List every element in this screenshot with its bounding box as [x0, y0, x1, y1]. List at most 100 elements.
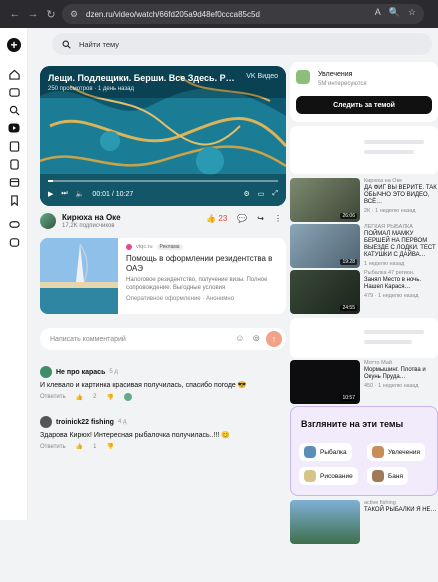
reload-icon[interactable]: ↻ — [42, 5, 60, 23]
theme-chip-banya[interactable]: Баня — [367, 467, 408, 485]
translate-icon[interactable]: A — [375, 7, 381, 18]
comment-text: И клевало и картинка красивая получилась… — [40, 382, 247, 389]
zoom-icon[interactable]: 🔍 — [389, 7, 400, 18]
theme-chip-hobbies[interactable]: Увлечения — [367, 443, 426, 461]
fullscreen-icon[interactable]: ⤢ — [272, 190, 278, 198]
like-icon[interactable]: 👍 — [76, 394, 83, 401]
avatar[interactable] — [40, 416, 52, 428]
rec-channel: ЛЕГКАЯ РЫБАЛКА — [364, 224, 413, 230]
recommended-video[interactable]: 19:28 ЛЕГКАЯ РЫБАЛКА ПОЙМАЛ МАМКУ БЕРШЕЙ… — [290, 224, 438, 268]
send-button[interactable]: ↑ — [266, 331, 282, 347]
more-icon[interactable]: ⋮ — [274, 214, 282, 223]
ad-footer: Оперативное оформление · Анонимно — [126, 296, 235, 302]
comment-item: troinick22 fishing 4 д Здарова Кирюх! Ин… — [40, 416, 286, 450]
rec-title: ТАКОЙ РЫБАЛКИ Я НЕ… — [364, 507, 437, 513]
video-thumbnail: 26:06 — [290, 178, 360, 222]
settings-icon[interactable]: ⚙ — [243, 190, 249, 198]
rec-title: Мормышинг. Плотва и Окунь Пруда… — [364, 367, 426, 380]
video-time: 00:01 / 10:27 — [92, 190, 134, 198]
channel-name[interactable]: Кирюха на Оке — [62, 213, 121, 222]
like-icon[interactable]: 👍 — [76, 443, 83, 450]
ad-card[interactable]: vtqc.ru Реклама Помощь в оформлении рези… — [40, 238, 286, 314]
ad-image — [40, 238, 118, 314]
avatar[interactable] — [40, 366, 52, 378]
rec-title: Занял Место в ночь. Нашел Карася… — [364, 277, 422, 290]
recommended-video[interactable]: 26:06 Кирюха на Оке ДА ФИГ ВЫ ВЕРИТЕ. ТА… — [290, 178, 438, 222]
topic-card: Увлечения 5М интересуются Следить за тем… — [290, 62, 438, 122]
reply-button[interactable]: Ответить — [40, 394, 66, 400]
theme-chip-drawing[interactable]: Рисование — [299, 467, 358, 485]
video-player[interactable]: Лещи. Подлещики. Берши. Все Здесь. Р… 25… — [40, 66, 286, 206]
site-settings-icon[interactable]: ⚙ — [70, 9, 80, 19]
play-icon[interactable]: ▶ — [48, 190, 53, 198]
comment-like-count: 1 — [93, 443, 97, 450]
dislike-icon[interactable]: 👎 — [106, 443, 113, 450]
avatar[interactable] — [40, 213, 56, 229]
like-button[interactable]: 👍 23 — [206, 214, 227, 223]
shorts-icon[interactable] — [8, 158, 20, 170]
pip-icon[interactable]: ▭ — [258, 190, 265, 198]
recommended-video[interactable]: 24:55 Рыбалка 47 регион. Занял Место в н… — [290, 270, 438, 314]
theme-chip-fishing[interactable]: Рыбалка — [299, 443, 352, 461]
rec-title: ДА ФИГ ВЫ ВЕРИТЕ. ТАК ОБЫЧНО ЭТО ВИДЕО, … — [364, 185, 437, 205]
rec-channel: Рыбалка 47 регион. — [364, 270, 415, 276]
comment-text: Здарова Кирюх! Интересная рыбалочка полу… — [40, 432, 231, 439]
reply-button[interactable]: Ответить — [40, 444, 66, 450]
video-thumbnail: 19:28 — [290, 224, 360, 268]
loading-placeholder — [290, 126, 438, 174]
dislike-icon[interactable]: 👎 — [106, 394, 113, 401]
comment-author[interactable]: troinick22 fishing — [56, 419, 114, 426]
ad-source: vtqc.ru — [136, 244, 153, 250]
video-duration: 19:28 — [340, 259, 357, 265]
search-icon — [62, 40, 71, 49]
channel-row: Кирюха на Оке 17,2K подписчиков 👍 23 💬 ↪… — [40, 210, 286, 232]
video-duration: 26:06 — [340, 213, 357, 219]
topic-search-input[interactable]: Найти тему — [52, 33, 432, 55]
search-icon[interactable] — [8, 104, 20, 116]
follow-topic-button[interactable]: Следить за темой — [296, 96, 432, 114]
share-icon[interactable]: ↪ — [257, 214, 264, 223]
articles-icon[interactable] — [8, 140, 20, 152]
comment-item: Не про карась 5 д И клевало и картинка к… — [40, 366, 286, 401]
home-icon[interactable] — [8, 68, 20, 80]
video-thumbnail — [290, 500, 360, 544]
topic-thumbnail — [296, 70, 310, 84]
url-text: dzen.ru/video/watch/66fd205a9d48ef0ccca8… — [86, 9, 260, 19]
rec-meta: 479 · 1 неделю назад — [364, 293, 419, 299]
ad-description: Налоговое резидентство, получение визы. … — [126, 277, 268, 291]
saved-icon[interactable] — [8, 194, 20, 206]
comment-author[interactable]: Не про карась — [56, 369, 105, 376]
loading-placeholder — [290, 318, 438, 358]
next-icon[interactable]: ⏭ — [61, 190, 67, 198]
kids-icon[interactable] — [8, 236, 20, 248]
address-bar[interactable]: ⚙ dzen.ru/video/watch/66fd205a9d48ef0ccc… — [62, 4, 424, 24]
video-progress-bar[interactable] — [48, 180, 278, 182]
back-icon[interactable]: ← — [6, 5, 24, 23]
topic-followers: 5М интересуются — [318, 81, 367, 87]
attach-icon[interactable]: ⊚ — [252, 333, 260, 344]
forward-icon[interactable]: → — [24, 5, 42, 23]
like-count: 23 — [218, 214, 228, 223]
games-icon[interactable] — [8, 218, 20, 230]
video-thumbnail: 24:55 — [290, 270, 360, 314]
topic-name[interactable]: Увлечения — [318, 71, 352, 78]
dzen-logo[interactable]: + — [7, 38, 21, 52]
comment-icon[interactable]: 💬 — [237, 214, 247, 223]
emoji-icon[interactable]: ☺ — [235, 333, 244, 344]
theme-thumbnail — [372, 446, 384, 458]
video-thumbnail: 10:57 — [290, 360, 360, 404]
bookmark-icon[interactable]: ☆ — [408, 7, 416, 18]
volume-icon[interactable]: 🔈 — [76, 190, 85, 198]
theme-thumbnail — [304, 470, 316, 482]
video-icon[interactable] — [8, 122, 20, 134]
recommended-video[interactable]: 10:57 Мотто Май Мормышинг. Плотва и Окун… — [290, 360, 438, 404]
recommended-video[interactable]: active fishing ТАКОЙ РЫБАЛКИ Я НЕ… — [290, 500, 438, 582]
ad-title[interactable]: Помощь в оформлении резидентства в ОАЭ — [126, 254, 280, 274]
comment-input[interactable]: Написать комментарий ☺ ⊚ ↑ — [40, 328, 286, 350]
theme-label: Рисование — [320, 472, 353, 480]
archive-icon[interactable] — [8, 176, 20, 188]
subscriptions-icon[interactable] — [8, 86, 20, 98]
video-duration: 24:55 — [340, 305, 357, 311]
theme-thumbnail — [304, 446, 316, 458]
themes-card: Взгляните на эти темы Рыбалка Увлечения … — [290, 406, 438, 496]
